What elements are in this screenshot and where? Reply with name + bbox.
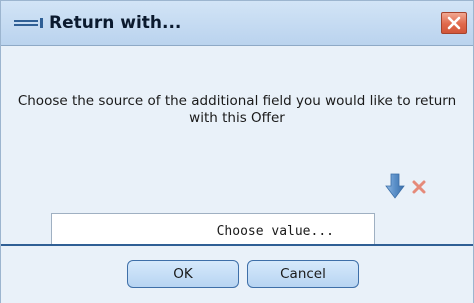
cancel-button[interactable]: Cancel: [247, 260, 359, 288]
close-icon: [447, 16, 461, 30]
value-field-placeholder: Choose value...: [216, 224, 334, 239]
dialog-content: Choose the source of the additional fiel…: [1, 47, 473, 251]
return-with-dialog: Return with... Choose the source of the …: [0, 0, 474, 303]
close-button[interactable]: [441, 12, 467, 34]
dialog-footer: OK Cancel: [1, 246, 473, 303]
dialog-title: Return with...: [49, 13, 182, 33]
return-arrow-icon: [14, 18, 43, 28]
ok-button[interactable]: OK: [127, 260, 239, 288]
instruction-message: Choose the source of the additional fiel…: [17, 93, 457, 126]
clear-x-icon[interactable]: [411, 179, 427, 195]
down-arrow-icon[interactable]: [385, 173, 405, 199]
title-bar: Return with...: [1, 1, 473, 46]
